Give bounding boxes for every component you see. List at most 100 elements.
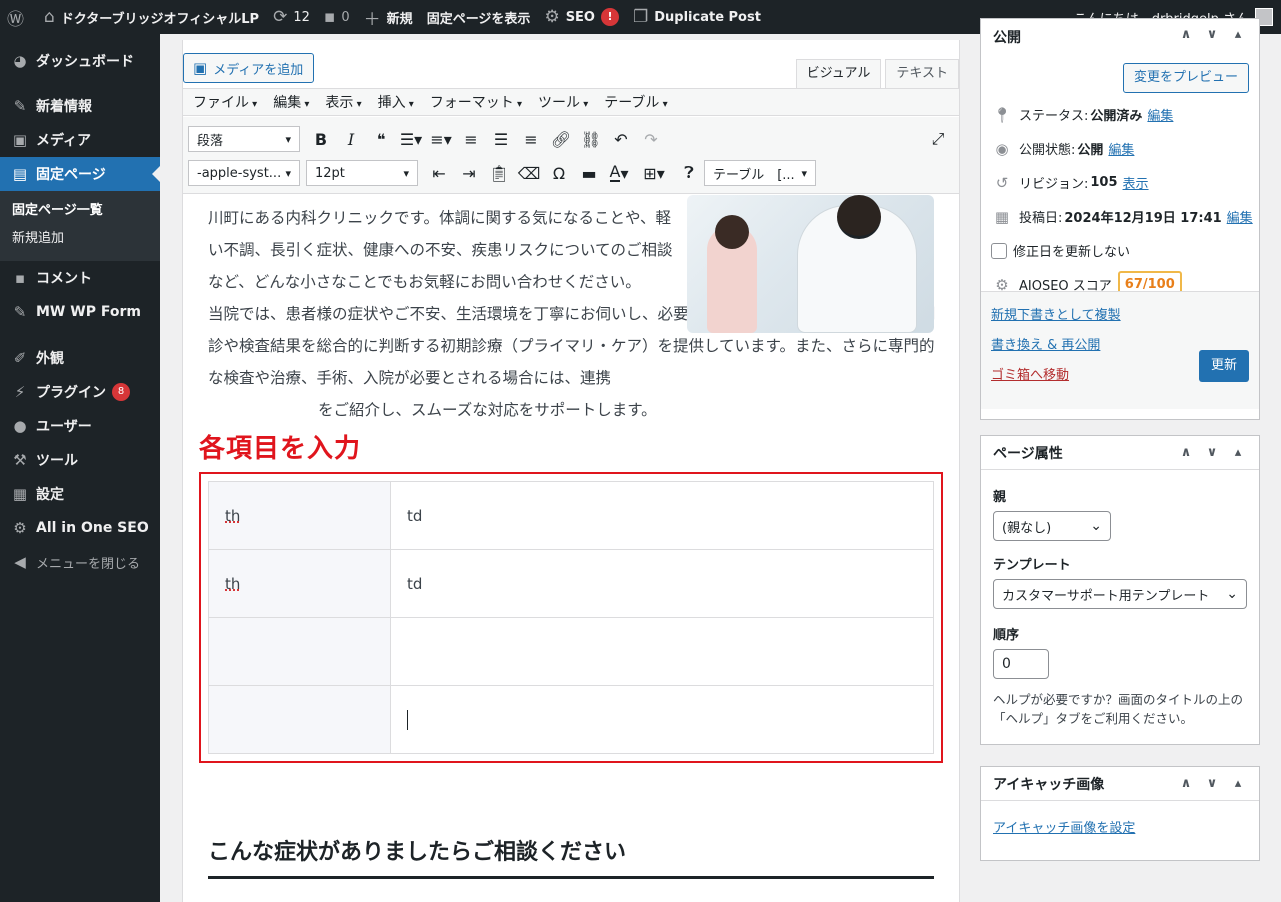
special-char-icon[interactable]: Ω: [544, 160, 574, 186]
rewrite-republish-link[interactable]: 書き換え & 再公開: [991, 334, 1100, 353]
content-table[interactable]: th td th td: [208, 481, 934, 754]
menu-tools[interactable]: ツール: [538, 92, 588, 112]
view-revisions-link[interactable]: 表示: [1123, 173, 1149, 192]
duplicate-post-link[interactable]: ❐ Duplicate Post: [626, 0, 768, 34]
calendar-icon: ▦: [994, 207, 1010, 226]
wp-logo[interactable]: Ⓦ: [0, 0, 37, 34]
paste-text-icon[interactable]: 📋︎: [484, 160, 514, 186]
history-icon: ↺: [995, 173, 1009, 192]
help-icon[interactable]: ❓︎: [674, 160, 704, 186]
clear-format-icon[interactable]: ⌫: [514, 160, 544, 186]
updates-link[interactable]: ⟳ 12: [266, 0, 317, 34]
submenu-all-pages[interactable]: 固定ページ一覧: [0, 197, 160, 225]
sidebar-item-users[interactable]: ● ユーザー: [0, 409, 160, 443]
doctor-child-photo[interactable]: [687, 195, 934, 333]
table-style-select[interactable]: テーブル [...: [704, 160, 816, 186]
sidebar-item-comments[interactable]: ▪ コメント: [0, 261, 160, 295]
font-size-select[interactable]: 12pt: [306, 160, 418, 186]
bullet-list-icon[interactable]: ☰▾: [396, 126, 426, 152]
sidebar-item-appearance[interactable]: ✐ 外観: [0, 341, 160, 375]
seo-menu[interactable]: ⚙ SEO!: [537, 0, 626, 34]
sidebar-item-media[interactable]: ▣ メディア: [0, 123, 160, 157]
format-select[interactable]: 段落: [188, 126, 300, 152]
menu-format[interactable]: フォーマット: [430, 92, 522, 112]
order-input[interactable]: 0: [993, 649, 1049, 679]
toggle-panel-icon[interactable]: ▴: [1225, 27, 1251, 42]
collapse-menu-button[interactable]: ◀ メニューを閉じる: [0, 545, 160, 579]
menu-edit[interactable]: 編集: [273, 92, 309, 112]
align-right-icon[interactable]: ≡: [516, 126, 546, 152]
view-page-link[interactable]: 固定ページを表示: [420, 0, 538, 34]
fullscreen-icon[interactable]: ⤢: [923, 126, 953, 152]
menu-view[interactable]: 表示: [325, 92, 361, 112]
chevron-down-icon[interactable]: ∨: [1199, 27, 1225, 42]
table-row[interactable]: th td: [208, 481, 934, 550]
move-to-trash-link[interactable]: ゴミ箱へ移動: [991, 364, 1069, 383]
redo-icon[interactable]: ↷: [636, 126, 666, 152]
wrench-icon: ⚒: [13, 451, 27, 469]
sidebar-item-settings[interactable]: ▦ 設定: [0, 477, 160, 511]
new-content-link[interactable]: ＋新規: [357, 0, 420, 34]
chevron-up-icon[interactable]: ∧: [1173, 445, 1199, 460]
copy-to-draft-link[interactable]: 新規下書きとして複製: [991, 304, 1121, 323]
comments-link[interactable]: ▪ 0: [317, 0, 357, 34]
site-name-link[interactable]: ⌂ ドクターブリッジオフィシャルLP: [37, 0, 266, 34]
pages-submenu: 固定ページ一覧 新規追加: [0, 191, 160, 261]
template-select[interactable]: カスタマーサポート用テンプレート: [993, 579, 1247, 609]
chevron-up-icon[interactable]: ∧: [1173, 27, 1199, 42]
undo-icon[interactable]: ↶: [606, 126, 636, 152]
copy-icon: ❐: [632, 7, 649, 27]
horizontal-rule-icon[interactable]: ▬: [574, 160, 604, 186]
menu-table[interactable]: テーブル: [604, 92, 667, 112]
page-attributes-title: ページ属性: [993, 445, 1063, 462]
tab-visual[interactable]: ビジュアル: [795, 59, 882, 89]
update-button[interactable]: 更新: [1198, 350, 1249, 382]
eye-icon: ◉: [995, 139, 1009, 158]
font-family-select[interactable]: -apple-syst...: [188, 160, 300, 186]
no-update-date-checkbox[interactable]: [991, 242, 1007, 259]
media-icon: ▣: [12, 131, 28, 149]
unlink-icon[interactable]: ⛓: [576, 126, 606, 152]
toggle-panel-icon[interactable]: ▴: [1225, 445, 1251, 460]
toggle-panel-icon[interactable]: ▴: [1225, 776, 1251, 791]
outdent-icon[interactable]: ⇤: [424, 160, 454, 186]
chevron-down-icon[interactable]: ∨: [1199, 776, 1225, 791]
admin-sidebar: ◕ ダッシュボード ✎ 新着情報 ▣ メディア ▤ 固定ページ 固定ページ一覧 新規追加…: [0, 34, 160, 902]
sidebar-item-news[interactable]: ✎ 新着情報: [0, 89, 160, 123]
add-media-button[interactable]: ▣ メディアを追加: [183, 53, 314, 83]
sidebar-item-pages[interactable]: ▤ 固定ページ: [0, 157, 160, 191]
indent-icon[interactable]: ⇥: [454, 160, 484, 186]
sidebar-item-mw-wp-form[interactable]: ✎ MW WP Form: [0, 295, 160, 329]
link-icon[interactable]: 🔗︎: [546, 126, 576, 152]
edit-status-link[interactable]: 編集: [1147, 105, 1173, 124]
table-row[interactable]: th td: [208, 549, 934, 618]
chevron-down-icon[interactable]: ∨: [1199, 445, 1225, 460]
sidebar-item-tools[interactable]: ⚒ ツール: [0, 443, 160, 477]
publish-box: 公開 ∧ ∨ ▴ 変更をプレビュー 📍︎ ステータス: 公開済み 編集 ◉ 公開状態: 公開編…: [980, 18, 1260, 420]
set-featured-image-link[interactable]: アイキャッチ画像を設定: [993, 817, 1135, 836]
refresh-icon: ⟳: [273, 7, 288, 27]
blockquote-icon[interactable]: ❝: [366, 126, 396, 152]
italic-icon[interactable]: I: [336, 126, 366, 152]
menu-insert[interactable]: 挿入: [378, 92, 414, 112]
numbered-list-icon[interactable]: ≡▾: [426, 126, 456, 152]
table-icon[interactable]: ⊞▾: [634, 160, 674, 186]
text-color-icon[interactable]: A ▾: [604, 160, 634, 186]
menu-file[interactable]: ファイル: [193, 92, 257, 112]
edit-date-link[interactable]: 編集: [1227, 207, 1253, 226]
align-center-icon[interactable]: ☰: [486, 126, 516, 152]
sidebar-item-plugins[interactable]: ⚡ プラグイン 8: [0, 375, 160, 409]
table-row[interactable]: [208, 617, 934, 686]
preview-changes-button[interactable]: 変更をプレビュー: [1122, 63, 1249, 93]
sidebar-item-aioseo[interactable]: ⚙ All in One SEO: [0, 511, 160, 545]
tab-text[interactable]: テキスト: [885, 59, 959, 89]
parent-select[interactable]: (親なし): [993, 511, 1111, 541]
sidebar-item-dashboard[interactable]: ◕ ダッシュボード: [0, 44, 160, 78]
align-left-icon[interactable]: ≡: [456, 126, 486, 152]
submenu-add-new[interactable]: 新規追加: [0, 225, 160, 253]
home-icon: ⌂: [44, 7, 55, 27]
bold-icon[interactable]: B: [306, 126, 336, 152]
chevron-up-icon[interactable]: ∧: [1173, 776, 1199, 791]
edit-visibility-link[interactable]: 編集: [1108, 139, 1134, 158]
table-row[interactable]: [208, 685, 934, 754]
